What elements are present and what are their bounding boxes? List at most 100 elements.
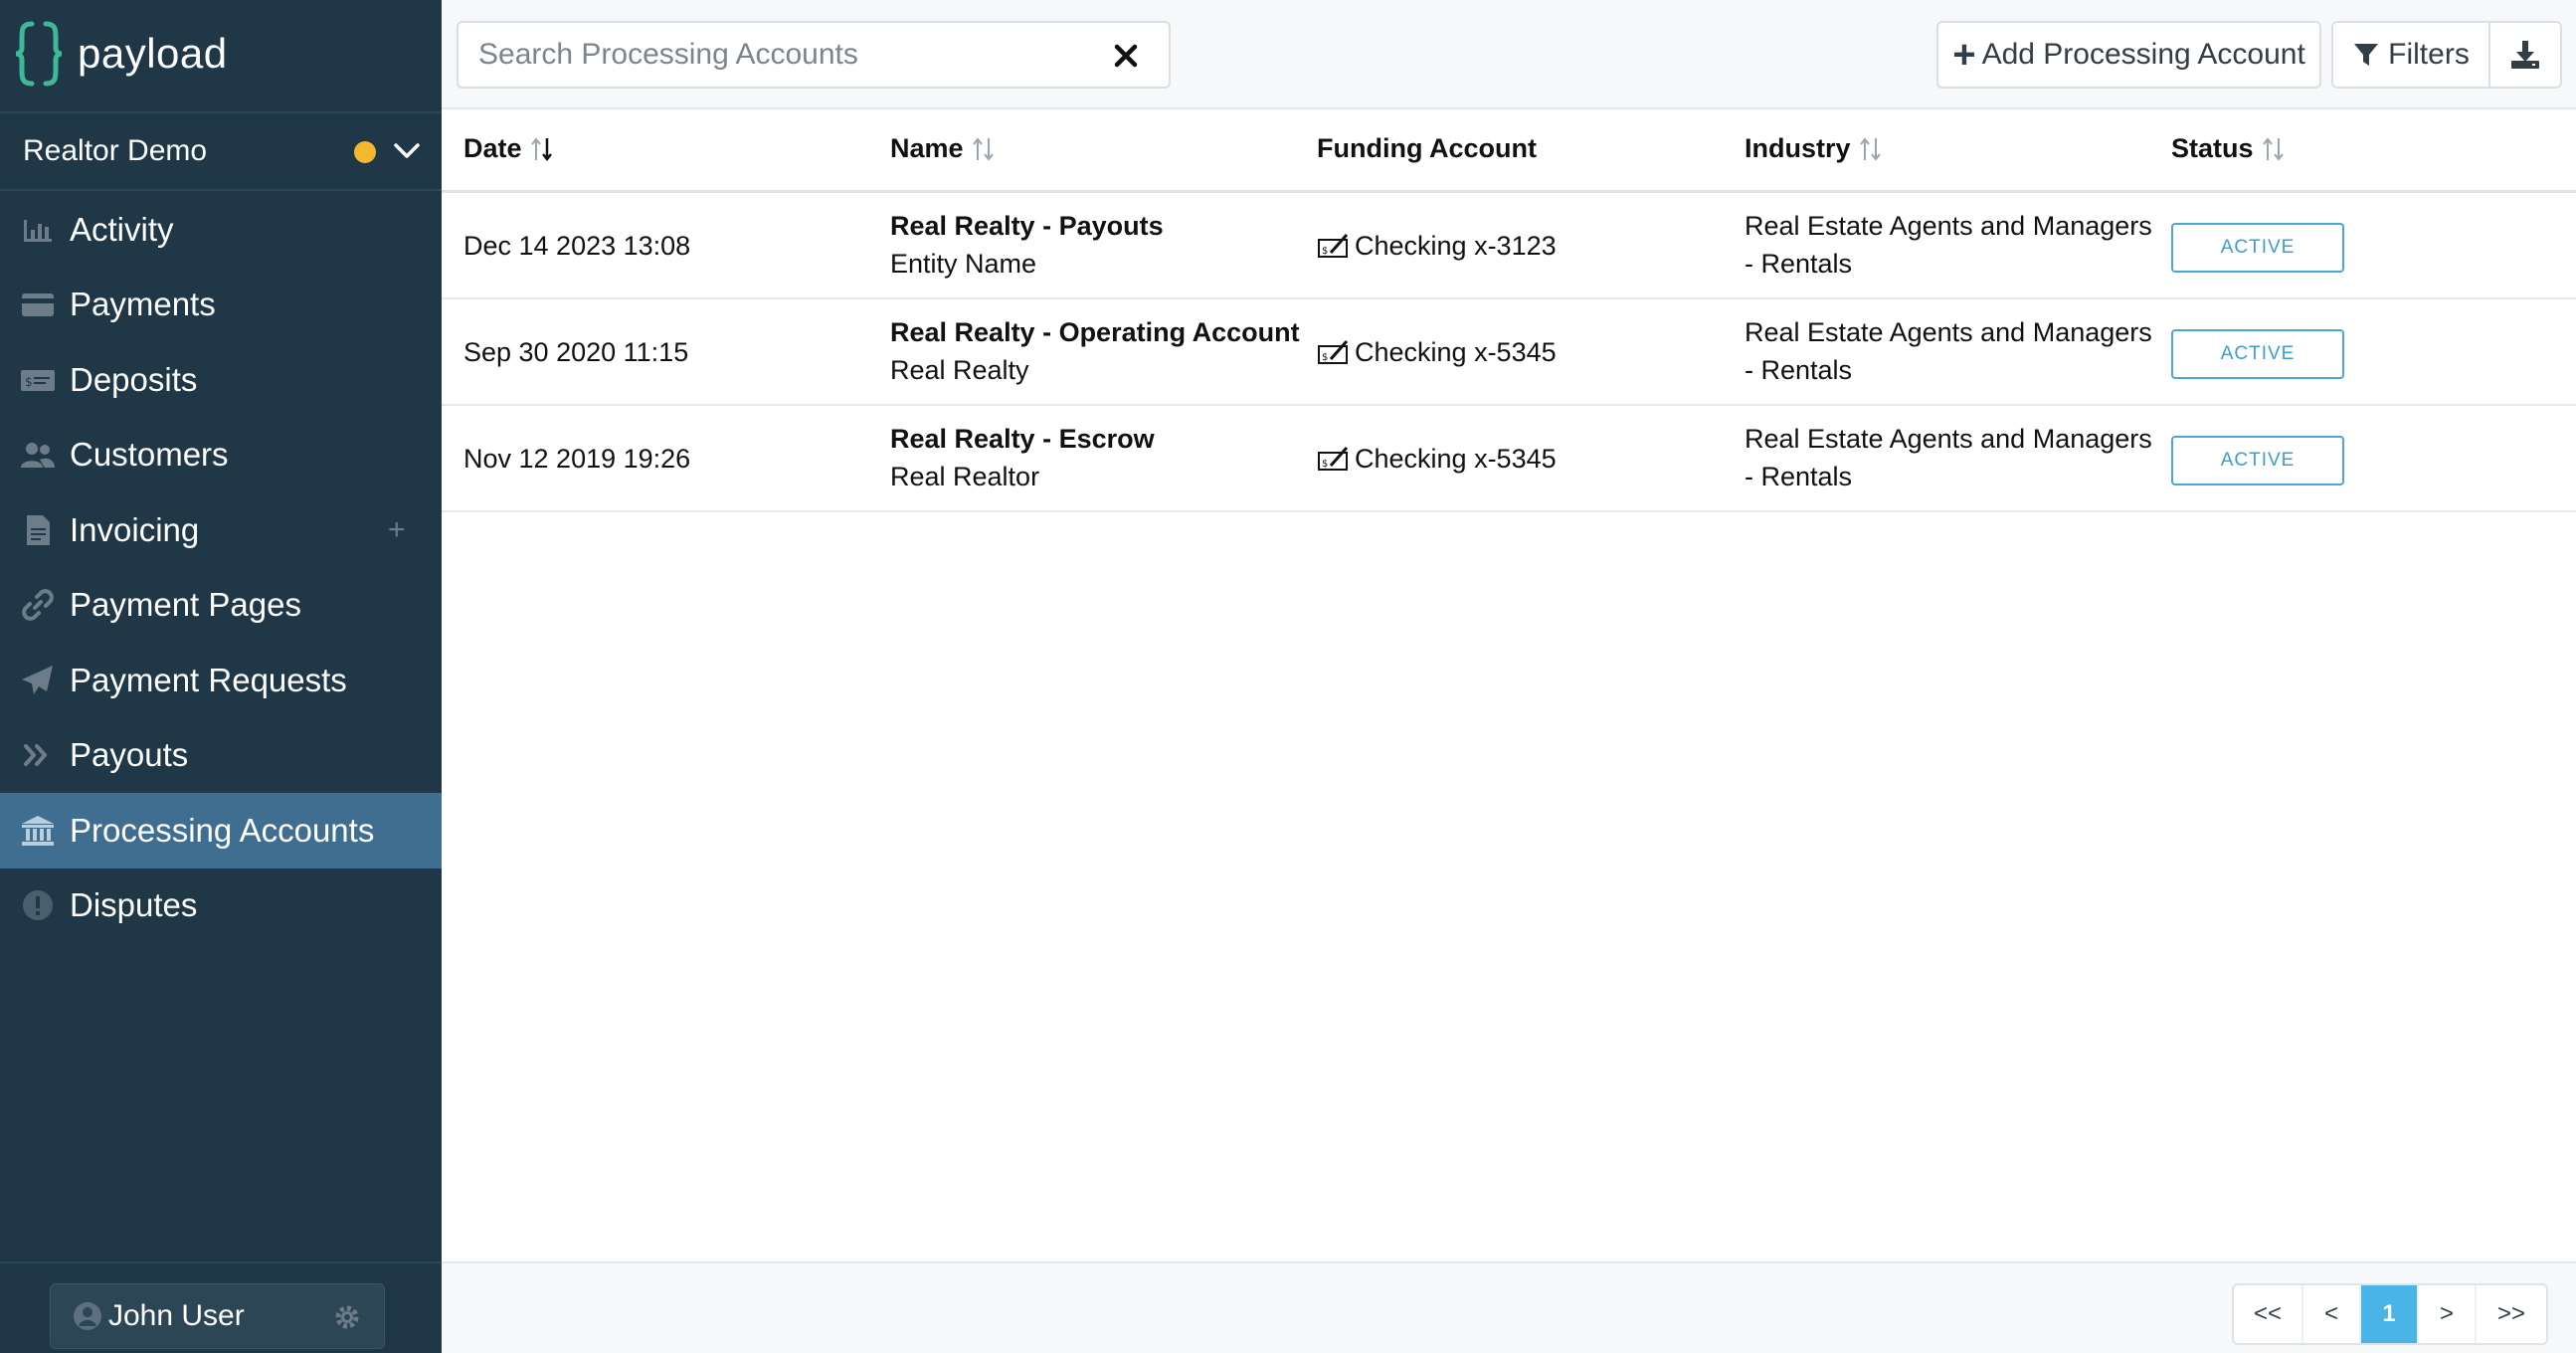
row-account-name: Real Realty - Operating Account [890, 317, 1300, 347]
prev-page-button[interactable]: < [2303, 1285, 2361, 1343]
row-entity-name: Entity Name [890, 249, 1037, 279]
sidebar-item-label: Customers [70, 436, 229, 474]
deposit-icon: $ [20, 362, 56, 398]
row-funding-cell: $ Checking x-5345 [1317, 333, 1557, 371]
sort-icon [530, 136, 552, 161]
user-avatar-icon [74, 1302, 101, 1330]
add-button-label: Add Processing Account [1981, 38, 2305, 71]
column-header-industry[interactable]: Industry [1745, 133, 1885, 164]
credit-card-icon [20, 287, 56, 322]
sidebar-footer: John User [0, 1261, 442, 1353]
users-icon [20, 437, 56, 473]
check-icon: $ [1318, 234, 1349, 258]
svg-text:$: $ [1322, 352, 1328, 363]
gear-icon[interactable] [332, 1302, 362, 1332]
main-content: + Add Processing Account Filters Date Na… [442, 0, 2576, 1353]
payload-logo-icon [15, 21, 63, 87]
toolbar: + Add Processing Account Filters [442, 0, 2576, 109]
table-row[interactable]: Sep 30 2020 11:15 Real Realty - Operatin… [442, 299, 2576, 406]
sidebar-item-payments[interactable]: Payments [0, 268, 442, 343]
table-row[interactable]: Nov 12 2019 19:26 Real Realty - Escrow R… [442, 406, 2576, 512]
add-invoice-button[interactable]: + [388, 515, 406, 545]
close-icon[interactable] [1111, 41, 1141, 71]
column-label: Industry [1745, 133, 1851, 163]
check-icon: $ [1318, 340, 1349, 364]
status-badge: ACTIVE [2171, 329, 2344, 379]
plus-icon: + [1952, 33, 1976, 77]
row-funding-cell: $ Checking x-5345 [1317, 440, 1557, 478]
sort-icon [1859, 136, 1881, 161]
sidebar-item-processing-accounts[interactable]: Processing Accounts [0, 793, 442, 869]
link-icon [20, 587, 56, 623]
sidebar-item-activity[interactable]: Activity [0, 192, 442, 268]
org-switcher[interactable]: Realtor Demo [0, 111, 442, 191]
sidebar: payload Realtor Demo Activity Payments $… [0, 0, 442, 1353]
filter-icon [2354, 44, 2379, 66]
download-button[interactable] [2488, 21, 2562, 89]
pagination: << < 1 > >> [2232, 1283, 2548, 1345]
user-menu[interactable]: John User [50, 1283, 385, 1349]
row-name-cell: Real Realty - Operating Account Real Rea… [890, 313, 1300, 389]
row-funding-account: Checking x-5345 [1355, 337, 1557, 367]
sidebar-item-label: Deposits [70, 360, 198, 398]
sidebar-item-disputes[interactable]: Disputes [0, 869, 442, 944]
svg-text:$: $ [25, 375, 33, 389]
check-icon: $ [1318, 447, 1349, 471]
search-input[interactable] [478, 38, 1075, 72]
column-label: Name [890, 133, 964, 163]
last-page-button[interactable]: >> [2477, 1285, 2546, 1343]
sidebar-item-label: Payment Pages [70, 586, 301, 624]
sidebar-item-payment-requests[interactable]: Payment Requests [0, 643, 442, 718]
org-status-dot [354, 141, 376, 163]
column-label: Status [2171, 133, 2254, 163]
row-entity-name: Real Realty [890, 355, 1029, 385]
sidebar-item-payouts[interactable]: Payouts [0, 718, 442, 794]
row-name-cell: Real Realty - Payouts Entity Name [890, 207, 1164, 283]
bar-chart-icon [20, 212, 56, 248]
paper-plane-icon [20, 663, 56, 698]
sidebar-item-label: Payments [70, 286, 216, 323]
next-page-button[interactable]: > [2419, 1285, 2477, 1343]
row-entity-name: Real Realtor [890, 462, 1040, 491]
status-badge: ACTIVE [2171, 223, 2344, 273]
brand-logo[interactable]: payload [14, 18, 228, 90]
row-date: Dec 14 2023 13:08 [463, 231, 691, 261]
user-name: John User [108, 1299, 245, 1332]
sidebar-item-label: Processing Accounts [70, 811, 375, 849]
add-processing-account-button[interactable]: + Add Processing Account [1936, 21, 2321, 89]
chevron-down-icon[interactable] [392, 139, 422, 163]
svg-text:$: $ [1322, 459, 1328, 470]
column-header-funding-account: Funding Account [1317, 133, 1537, 164]
double-chevron-right-icon [20, 737, 56, 773]
sidebar-item-label: Payment Requests [70, 661, 347, 698]
row-industry: Real Estate Agents and Managers - Rental… [1745, 317, 2152, 385]
sidebar-item-invoicing[interactable]: Invoicing + [0, 492, 442, 568]
row-name-cell: Real Realty - Escrow Real Realtor [890, 420, 1155, 495]
sort-icon [2262, 136, 2284, 161]
sidebar-item-customers[interactable]: Customers [0, 418, 442, 493]
alert-circle-icon [20, 887, 56, 923]
sidebar-item-payment-pages[interactable]: Payment Pages [0, 568, 442, 644]
brand-name: payload [78, 30, 228, 77]
filters-button[interactable]: Filters [2331, 21, 2490, 89]
sidebar-item-label: Activity [70, 210, 174, 248]
table-row[interactable]: Dec 14 2023 13:08 Real Realty - Payouts … [442, 193, 2576, 299]
bank-icon [20, 813, 56, 849]
sidebar-item-label: Invoicing [70, 510, 200, 548]
column-header-name[interactable]: Name [890, 133, 998, 164]
row-account-name: Real Realty - Payouts [890, 211, 1164, 241]
column-header-date[interactable]: Date [463, 133, 556, 164]
status-badge: ACTIVE [2171, 436, 2344, 485]
sort-icon [972, 136, 994, 161]
sidebar-item-deposits[interactable]: $ Deposits [0, 342, 442, 418]
row-industry: Real Estate Agents and Managers - Rental… [1745, 424, 2152, 491]
current-page-button[interactable]: 1 [2361, 1285, 2419, 1343]
download-icon [2511, 41, 2539, 69]
svg-text:$: $ [1322, 246, 1328, 257]
column-header-status[interactable]: Status [2171, 133, 2288, 164]
row-industry: Real Estate Agents and Managers - Rental… [1745, 211, 2152, 279]
search-box [457, 21, 1171, 89]
first-page-button[interactable]: << [2234, 1285, 2303, 1343]
filters-label: Filters [2388, 38, 2470, 71]
column-label: Date [463, 133, 522, 163]
